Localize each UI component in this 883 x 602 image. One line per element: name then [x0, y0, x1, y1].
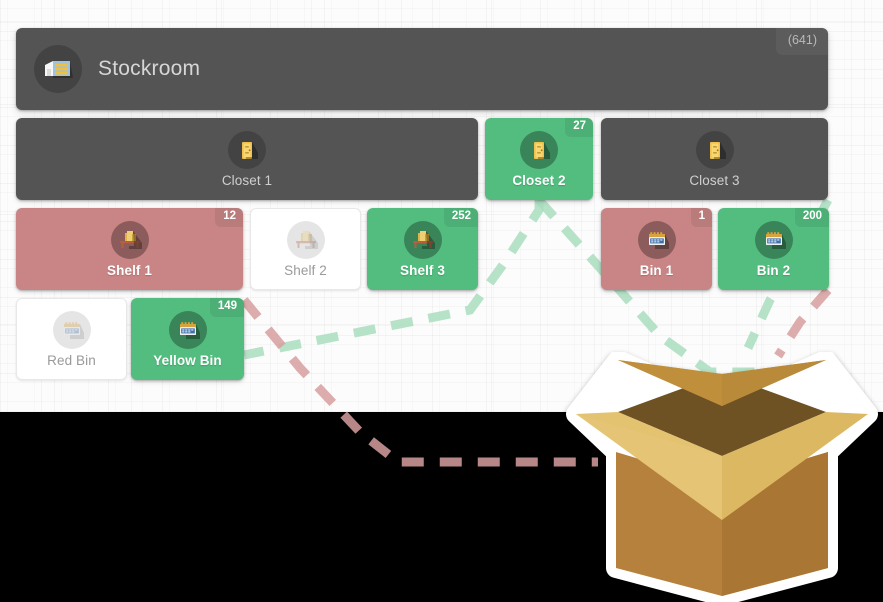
- crate-icon: [52, 310, 91, 349]
- route-red-east: [774, 287, 832, 359]
- location-card-count-badge: 1: [690, 208, 712, 227]
- location-card-closet-2[interactable]: Closet 2 27: [485, 118, 593, 200]
- location-card-shelf-2[interactable]: Shelf 2: [250, 208, 361, 290]
- location-card-label: Shelf 2: [284, 262, 327, 278]
- location-card-bin-1[interactable]: Bin 1 1: [601, 208, 712, 290]
- door-icon: [520, 130, 558, 169]
- location-card-count-badge: 149: [209, 298, 244, 317]
- location-card-shelf-3[interactable]: Shelf 3 252: [367, 208, 478, 290]
- crate-icon: [754, 220, 793, 259]
- stockroom-header-card[interactable]: Stockroom (641): [16, 28, 828, 110]
- location-card-label: Bin 1: [639, 262, 674, 278]
- location-card-label: Yellow Bin: [153, 352, 222, 368]
- location-card-count-badge: 12: [215, 208, 243, 227]
- location-card-shelf-1[interactable]: Shelf 1 12: [16, 208, 243, 290]
- location-card-red-bin[interactable]: Red Bin: [16, 298, 127, 380]
- location-card-count-badge: 27: [565, 118, 593, 137]
- location-card-label: Closet 3: [689, 172, 740, 188]
- location-card-label: Closet 1: [221, 172, 273, 188]
- door-icon: [228, 130, 266, 169]
- shelf-icon: [403, 220, 442, 259]
- location-card-closet-3[interactable]: Closet 3: [601, 118, 828, 200]
- location-card-count-badge: 252: [443, 208, 478, 227]
- warehouse-icon: [34, 45, 82, 93]
- stockroom-map-view: Stockroom (641) Closet 1 Closet 2 27 Closet…: [0, 0, 883, 602]
- location-card-label: Shelf 1: [107, 262, 152, 278]
- route-red-main: [240, 297, 598, 467]
- crate-icon: [168, 310, 207, 349]
- location-card-label: Shelf 3: [400, 262, 445, 278]
- door-icon: [695, 130, 734, 169]
- open-box-illustration: [566, 352, 878, 602]
- crate-icon: [637, 220, 676, 259]
- shelf-icon: [110, 220, 149, 259]
- location-card-closet-1[interactable]: Closet 1: [16, 118, 478, 200]
- location-card-label: Bin 2: [756, 262, 791, 278]
- location-card-label: Red Bin: [47, 352, 96, 368]
- shelf-icon: [286, 220, 325, 259]
- page-title: Stockroom: [98, 57, 201, 80]
- location-card-count-badge: 200: [794, 208, 829, 227]
- location-card-bin-2[interactable]: Bin 2 200: [718, 208, 829, 290]
- location-card-label: Closet 2: [512, 172, 566, 188]
- location-card-yellow-bin[interactable]: Yellow Bin 149: [131, 298, 244, 380]
- stockroom-count-badge: (641): [775, 28, 828, 55]
